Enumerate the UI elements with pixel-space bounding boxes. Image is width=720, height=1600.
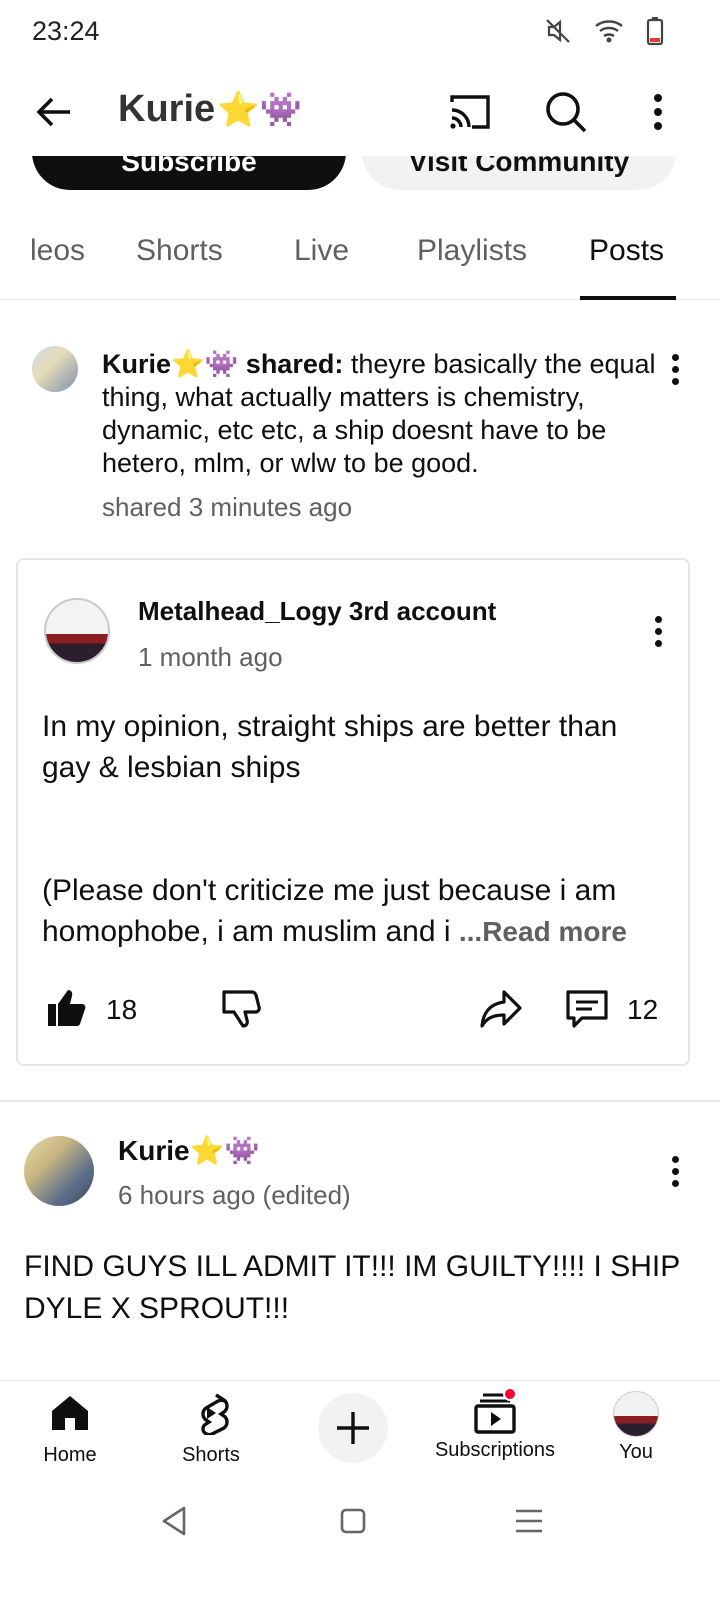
nav-label: Shorts	[182, 1444, 240, 1466]
system-home-button[interactable]	[336, 1504, 370, 1543]
active-tab-indicator	[580, 296, 676, 300]
channel-tabs: leos Shorts Live Playlists Posts	[0, 220, 720, 300]
search-button[interactable]	[542, 88, 590, 136]
shared-post-text: Kurie⭐👾 shared: theyre basically the equ…	[102, 348, 662, 480]
visit-community-button[interactable]: Visit Community	[362, 156, 676, 190]
thumb-down-icon	[222, 990, 261, 1028]
shared-author[interactable]: Kurie	[102, 349, 171, 379]
post-author-name: Kurie	[118, 1135, 190, 1166]
nav-shorts[interactable]: Shorts	[141, 1391, 281, 1467]
original-time: 1 month ago	[138, 642, 283, 672]
system-navigation-bar	[0, 1480, 720, 1600]
comment-count: 12	[627, 994, 659, 1025]
status-icons	[544, 16, 664, 51]
channel-emojis: ⭐👾	[217, 90, 302, 129]
cast-icon	[450, 95, 490, 129]
tab-shorts[interactable]: Shorts	[136, 234, 223, 268]
channel-title: Kurie ⭐👾	[118, 88, 302, 131]
comment-icon	[566, 990, 608, 1028]
back-button[interactable]	[30, 88, 78, 136]
avatar	[613, 1391, 659, 1437]
nav-subscriptions[interactable]: Subscriptions	[424, 1387, 566, 1462]
plus-icon	[337, 1412, 369, 1444]
status-time: 23:24	[32, 16, 100, 46]
subscribe-button[interactable]: Subscribe	[32, 156, 346, 190]
cast-button[interactable]	[446, 88, 494, 136]
channel-actions: Subscribe Visit Community	[0, 156, 720, 196]
shorts-icon	[201, 1393, 229, 1437]
search-icon	[546, 92, 587, 133]
create-button[interactable]	[318, 1393, 388, 1463]
avatar[interactable]	[24, 1136, 94, 1206]
status-bar: 23:24	[0, 0, 720, 66]
nav-label: You	[619, 1441, 653, 1463]
shared-time: shared 3 minutes ago	[102, 492, 353, 522]
bottom-navigation: Home Shorts Subscriptions You	[0, 1380, 720, 1480]
post-author-emojis: ⭐👾	[189, 1135, 260, 1166]
system-back-button[interactable]	[158, 1504, 192, 1543]
share-icon	[480, 990, 522, 1028]
comments-button[interactable]	[564, 986, 610, 1037]
shared-label: shared:	[245, 349, 344, 379]
tab-posts[interactable]: Posts	[589, 234, 664, 268]
nav-home[interactable]: Home	[0, 1391, 140, 1467]
nav-label: Home	[43, 1444, 97, 1466]
divider	[0, 1100, 720, 1102]
more-vert-icon	[654, 94, 662, 130]
nav-label: Subscriptions	[434, 1439, 556, 1461]
avatar[interactable]	[32, 346, 78, 392]
post-body: FIND GUYS ILL ADMIT IT!!! IM GUILTY!!!! …	[24, 1250, 680, 1325]
tab-playlists[interactable]: Playlists	[417, 234, 527, 268]
share-button[interactable]	[478, 986, 524, 1035]
tab-live[interactable]: Live	[294, 234, 349, 268]
channel-name: Kurie	[118, 88, 216, 130]
mute-icon	[544, 17, 572, 50]
post-author[interactable]: Kurie⭐👾	[118, 1134, 259, 1167]
more-options-button[interactable]	[640, 88, 676, 136]
square-home-icon	[340, 1508, 366, 1534]
original-body-line: In my opinion, straight ships are better…	[42, 710, 618, 784]
system-recents-button[interactable]	[512, 1504, 546, 1543]
home-icon	[52, 1396, 88, 1430]
wifi-icon	[594, 18, 624, 49]
like-count: 18	[106, 994, 138, 1025]
post-menu-button[interactable]	[665, 1156, 685, 1192]
top-app-bar: Kurie ⭐👾	[0, 66, 720, 156]
post-time: 6 hours ago (edited)	[118, 1180, 351, 1210]
read-more-link[interactable]: ...Read more	[459, 916, 627, 947]
tab-videos[interactable]: leos	[30, 234, 85, 268]
nav-you[interactable]: You	[566, 1391, 706, 1464]
thumb-up-icon	[48, 990, 86, 1026]
battery-icon	[646, 16, 664, 51]
original-author[interactable]: Metalhead_Logy 3rd account	[138, 596, 496, 627]
triangle-back-icon	[162, 1506, 186, 1536]
like-button[interactable]	[44, 986, 88, 1035]
menu-lines-icon	[516, 1509, 542, 1533]
post-menu-button[interactable]	[665, 354, 685, 390]
original-post-card[interactable]: Metalhead_Logy 3rd account 1 month ago I…	[16, 558, 690, 1066]
original-post-body: In my opinion, straight ships are better…	[42, 706, 672, 952]
arrow-left-icon	[36, 97, 70, 127]
post-actions: 18 12	[18, 980, 692, 1040]
dislike-button[interactable]	[218, 986, 262, 1035]
notification-dot	[503, 1387, 517, 1401]
avatar[interactable]	[44, 598, 110, 664]
original-post-menu-button[interactable]	[648, 616, 668, 652]
shared-author-emojis: ⭐👾	[171, 349, 239, 379]
